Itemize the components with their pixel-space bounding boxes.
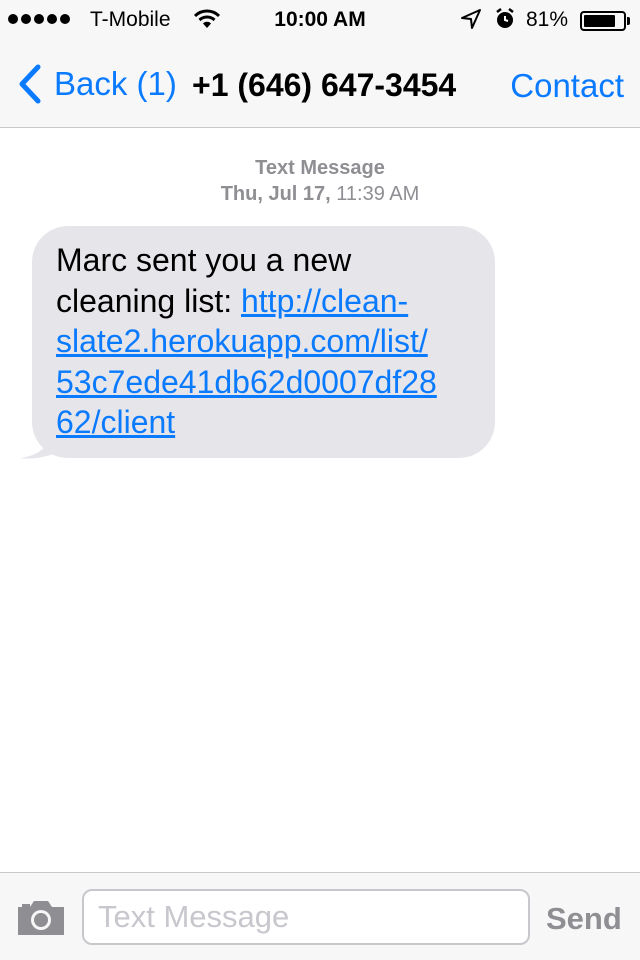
chevron-left-icon — [19, 64, 41, 104]
timestamp-date: Thu, Jul 17, — [220, 183, 331, 205]
back-button-label: Back (1) — [54, 65, 177, 102]
thread-header: Text Message Thu, Jul 17, 11:39 AM — [0, 155, 640, 207]
message-link-part: 53c7ede41db62d0007df28 — [56, 363, 437, 400]
message-link-part: slate2.herokuapp.com/list/ — [56, 323, 428, 359]
battery-level-fill — [584, 15, 615, 27]
message-text-field[interactable] — [82, 889, 530, 945]
send-button[interactable]: Send — [546, 901, 622, 937]
location-arrow-icon — [460, 8, 482, 36]
message-timestamp: Thu, Jul 17, 11:39 AM — [0, 181, 640, 207]
conversation-title: +1 (646) 647-3454 — [192, 67, 457, 103]
navigation-bar: Back (1) +1 (646) 647-3454 Contact — [0, 40, 640, 128]
message-link-part: http://clean- — [240, 282, 409, 319]
camera-icon[interactable] — [14, 897, 68, 937]
back-button[interactable]: Back (1) — [16, 64, 177, 104]
battery-percentage: 81% — [526, 8, 569, 31]
status-bar: T-Mobile 10:00 AM 81% — [0, 0, 640, 40]
battery-icon — [580, 11, 626, 31]
message-input-bar: Send — [0, 872, 640, 960]
battery-tip — [627, 17, 630, 25]
alarm-icon — [494, 8, 516, 36]
message-link-part: 62/client — [56, 404, 176, 440]
messages-screen: T-Mobile 10:00 AM 81% Back (1) +1 (646) … — [0, 0, 640, 960]
timestamp-time: 11:39 AM — [330, 183, 420, 205]
thread-type-label: Text Message — [255, 157, 385, 179]
incoming-message-bubble: Marc sent you a new cleaning list: http:… — [32, 226, 495, 458]
contact-button[interactable]: Contact — [510, 67, 624, 105]
